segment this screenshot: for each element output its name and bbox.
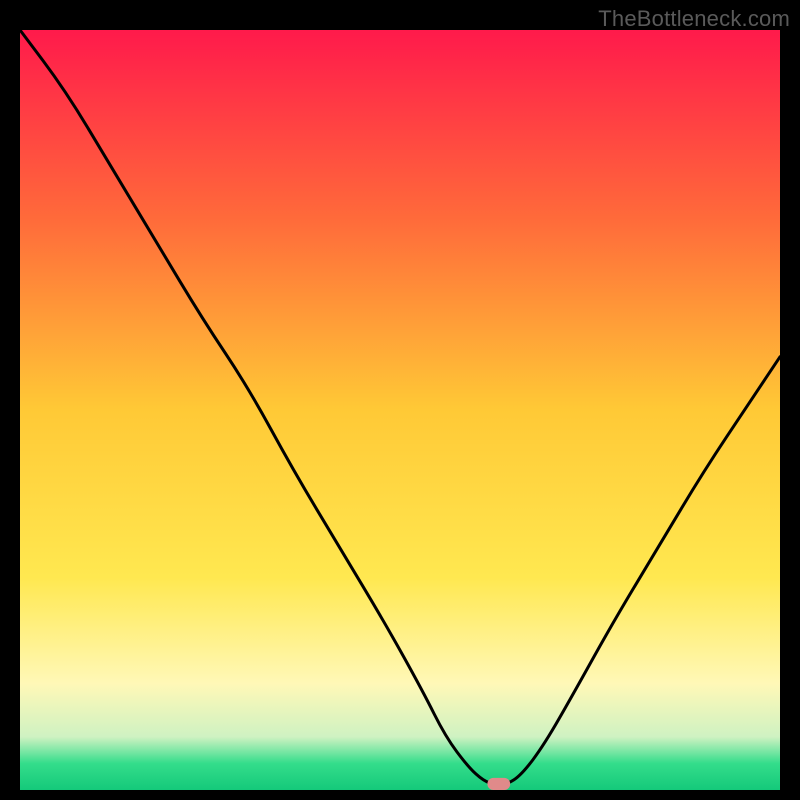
gradient-background bbox=[20, 30, 780, 790]
bottleneck-chart bbox=[20, 30, 780, 790]
chart-frame: TheBottleneck.com bbox=[0, 0, 800, 800]
optimal-marker bbox=[487, 778, 510, 790]
plot-area bbox=[20, 30, 780, 790]
watermark-text: TheBottleneck.com bbox=[598, 6, 790, 32]
